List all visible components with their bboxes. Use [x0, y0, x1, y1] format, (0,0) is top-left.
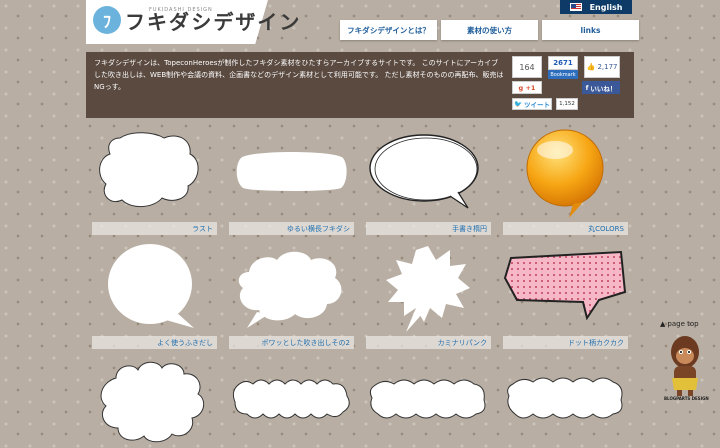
balloon-label[interactable]: カミナリパンク: [366, 336, 491, 349]
balloon-card[interactable]: [366, 356, 491, 448]
spiky-balloon-image: [386, 246, 470, 332]
balloon-card[interactable]: ラスト: [92, 128, 217, 236]
tweet-button[interactable]: 🐦 ツイート: [512, 98, 552, 110]
nav-links[interactable]: links: [542, 20, 639, 40]
nav-about[interactable]: フキダシデザインとは？: [340, 20, 437, 40]
balloon-label[interactable]: 手書き楕円: [366, 222, 491, 235]
facebook-like-button[interactable]: f いいね！: [582, 81, 620, 94]
english-button[interactable]: English: [560, 0, 632, 14]
wavy-flat-balloon-image: [507, 377, 623, 419]
balloon-label[interactable]: ラスト: [92, 222, 217, 235]
page-top-link[interactable]: ▲ page top: [660, 320, 699, 328]
thumb-icon: 👍: [586, 63, 598, 71]
handdrawn-ellipse-image: [369, 134, 479, 209]
twitter-icon: 🐦: [513, 100, 523, 108]
round-balloon-image: [108, 244, 194, 328]
gplus-button[interactable]: g +1: [512, 81, 542, 94]
puffy-balloon-image: [238, 251, 342, 328]
facebook-icon: f: [585, 83, 589, 92]
main-nav: フキダシデザインとは？ 素材の使い方 links: [340, 20, 639, 40]
balloon-label[interactable]: ゆるい横長フキダシ: [229, 222, 354, 235]
orange-circle-balloon-image: [526, 129, 604, 218]
like-count[interactable]: 👍 2,177: [584, 56, 620, 78]
balloon-card[interactable]: ポワッとした吹き出しその2: [229, 242, 354, 350]
balloon-label[interactable]: ドット柄カクカク: [503, 336, 628, 349]
balloon-card[interactable]: カミナリパンク: [366, 242, 491, 350]
flat-balloon-image: [236, 152, 347, 191]
bookmark-button[interactable]: Bookmark: [548, 70, 578, 79]
balloon-label[interactable]: ポワッとした吹き出しその2: [229, 336, 354, 349]
balloon-label[interactable]: 丸COLORS: [503, 222, 628, 235]
bookmark-count[interactable]: 2671: [548, 56, 578, 70]
balloon-card[interactable]: [503, 356, 628, 448]
nav-usage[interactable]: 素材の使い方: [441, 20, 538, 40]
balloon-card[interactable]: 手書き楕円: [366, 128, 491, 236]
tweet-count: 1,152: [556, 98, 578, 110]
scalloped-balloon-image: [100, 361, 205, 443]
up-arrow-icon: ▲: [660, 320, 666, 328]
mascot-image[interactable]: [664, 334, 706, 396]
intro-text: フキダシデザインは、TopeconHeroesが制作したフキダシ素材をひたすらア…: [94, 59, 504, 91]
balloon-card[interactable]: よく使うふきだし: [92, 242, 217, 350]
dotted-box-balloon-image: [503, 250, 627, 321]
logo-icon[interactable]: ﾌ: [93, 6, 121, 34]
balloon-card[interactable]: [229, 356, 354, 448]
balloon-card[interactable]: [92, 356, 217, 448]
wavy-flat-balloon-image: [369, 379, 486, 419]
credit-text: BLOGPARTS DESIGN: [664, 396, 709, 401]
balloon-card[interactable]: ドット柄カクカク: [503, 242, 628, 350]
balloon-card[interactable]: ゆるい横長フキダシ: [229, 128, 354, 236]
balloon-label[interactable]: よく使うふきだし: [92, 336, 217, 349]
cloud-balloon-image: [99, 132, 199, 207]
us-flag-icon: [569, 3, 582, 11]
balloon-card[interactable]: 丸COLORS: [503, 128, 628, 236]
hatena-count[interactable]: 164: [512, 56, 542, 78]
wavy-flat-balloon-image: [232, 379, 350, 419]
site-logo-subtitle: FUKIDASHI DESIGN: [149, 7, 213, 13]
